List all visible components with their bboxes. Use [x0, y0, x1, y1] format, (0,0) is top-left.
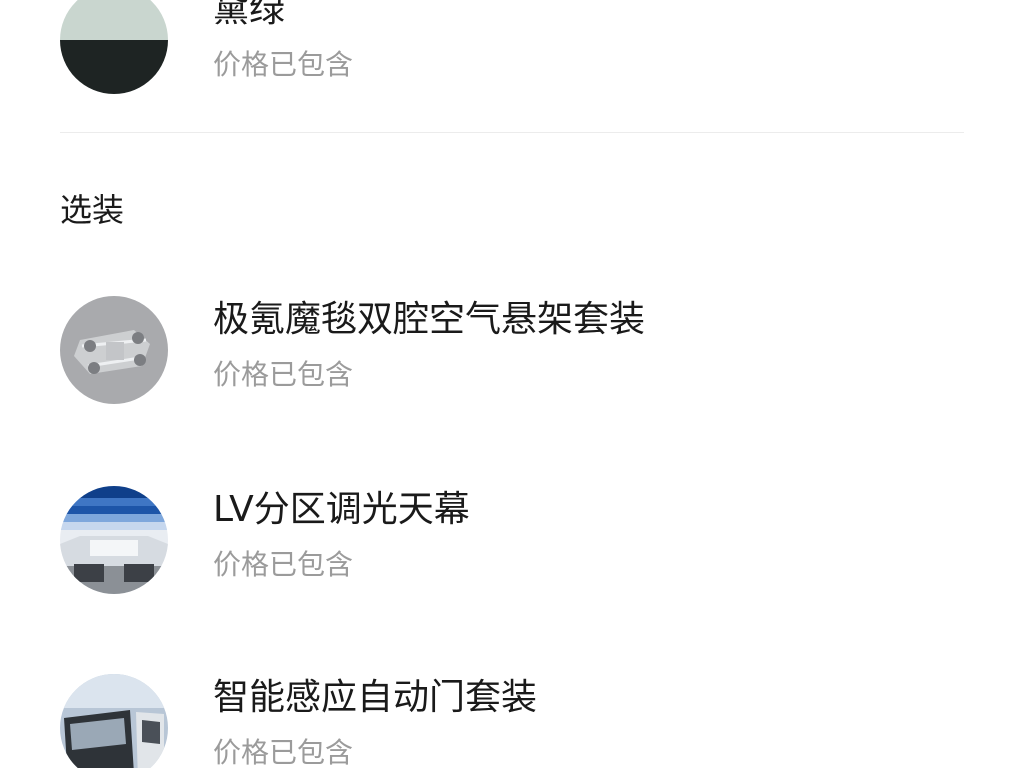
options-section-heading: 选装	[60, 191, 125, 229]
auto-doors-graphic	[60, 674, 168, 768]
option-price-note: 价格已包含	[213, 736, 354, 768]
options-page: 黛绿 价格已包含 选装 极氪魔毯双腔空气悬架套装 价格已包含 LV分区调光天幕 …	[0, 0, 1024, 768]
panoramic-roof-graphic	[60, 486, 168, 594]
color-option-price-note: 价格已包含	[213, 48, 354, 81]
option-row-panoramic-roof[interactable]: LV分区调光天幕 价格已包含	[60, 486, 964, 594]
panoramic-roof-image	[60, 486, 168, 594]
auto-doors-image	[60, 674, 168, 768]
color-option-row[interactable]: 黛绿 价格已包含	[60, 0, 964, 94]
air-suspension-image	[60, 296, 168, 404]
color-option-name: 黛绿	[213, 0, 286, 30]
option-name: 智能感应自动门套装	[213, 677, 538, 718]
option-name: LV分区调光天幕	[213, 489, 470, 530]
option-price-note: 价格已包含	[213, 358, 354, 391]
option-name: 极氪魔毯双腔空气悬架套装	[213, 299, 646, 340]
color-swatch	[60, 0, 168, 94]
option-row-air-suspension[interactable]: 极氪魔毯双腔空气悬架套装 价格已包含	[60, 296, 964, 404]
air-suspension-graphic	[60, 296, 168, 404]
option-price-note: 价格已包含	[213, 548, 354, 581]
color-swatch-graphic	[60, 0, 168, 94]
section-divider	[60, 132, 964, 133]
option-row-auto-doors[interactable]: 智能感应自动门套装 价格已包含	[60, 674, 964, 768]
